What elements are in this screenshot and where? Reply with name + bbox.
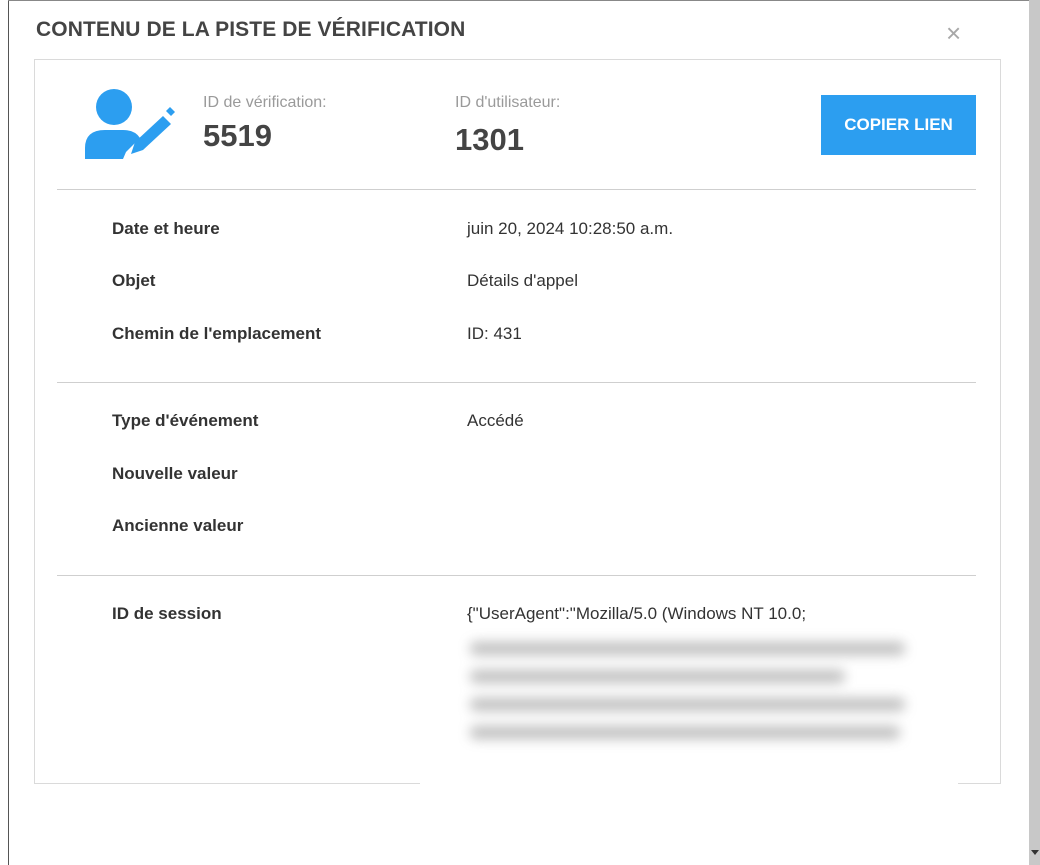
scrollbar[interactable] bbox=[1029, 0, 1040, 865]
divider bbox=[57, 382, 976, 383]
verification-id-label: ID de vérification: bbox=[203, 94, 327, 111]
datetime-value: juin 20, 2024 10:28:50 a.m. bbox=[467, 219, 674, 238]
object-value: Détails d'appel bbox=[467, 271, 578, 290]
verification-id-value: 5519 bbox=[203, 118, 272, 153]
redacted-session-text bbox=[462, 636, 917, 748]
session-id-label: ID de session bbox=[112, 604, 222, 623]
copy-link-button[interactable]: COPIER LIEN bbox=[821, 95, 976, 155]
location-path-label: Chemin de l'emplacement bbox=[112, 324, 322, 343]
location-path-value: ID: 431 bbox=[467, 324, 522, 343]
event-type-value: Accédé bbox=[467, 411, 524, 430]
close-icon[interactable]: × bbox=[946, 20, 961, 46]
window-left-border bbox=[8, 0, 9, 865]
divider bbox=[57, 575, 976, 576]
event-type-label: Type d'événement bbox=[112, 411, 259, 430]
user-id-value: 1301 bbox=[455, 122, 524, 157]
user-id-label: ID d'utilisateur: bbox=[455, 94, 561, 111]
user-edit-icon bbox=[85, 89, 175, 159]
scroll-down-arrow-icon[interactable] bbox=[1031, 850, 1039, 855]
dialog-title: CONTENU DE LA PISTE DE VÉRIFICATION bbox=[36, 18, 466, 41]
panel-footer-strip bbox=[420, 758, 958, 786]
object-label: Objet bbox=[112, 271, 156, 290]
datetime-label: Date et heure bbox=[112, 219, 220, 238]
old-value-label: Ancienne valeur bbox=[112, 516, 244, 535]
divider bbox=[57, 189, 976, 190]
new-value-label: Nouvelle valeur bbox=[112, 464, 238, 483]
window-top-border bbox=[8, 0, 1030, 1]
session-id-value: {"UserAgent":"Mozilla/5.0 (Windows NT 10… bbox=[467, 604, 807, 623]
